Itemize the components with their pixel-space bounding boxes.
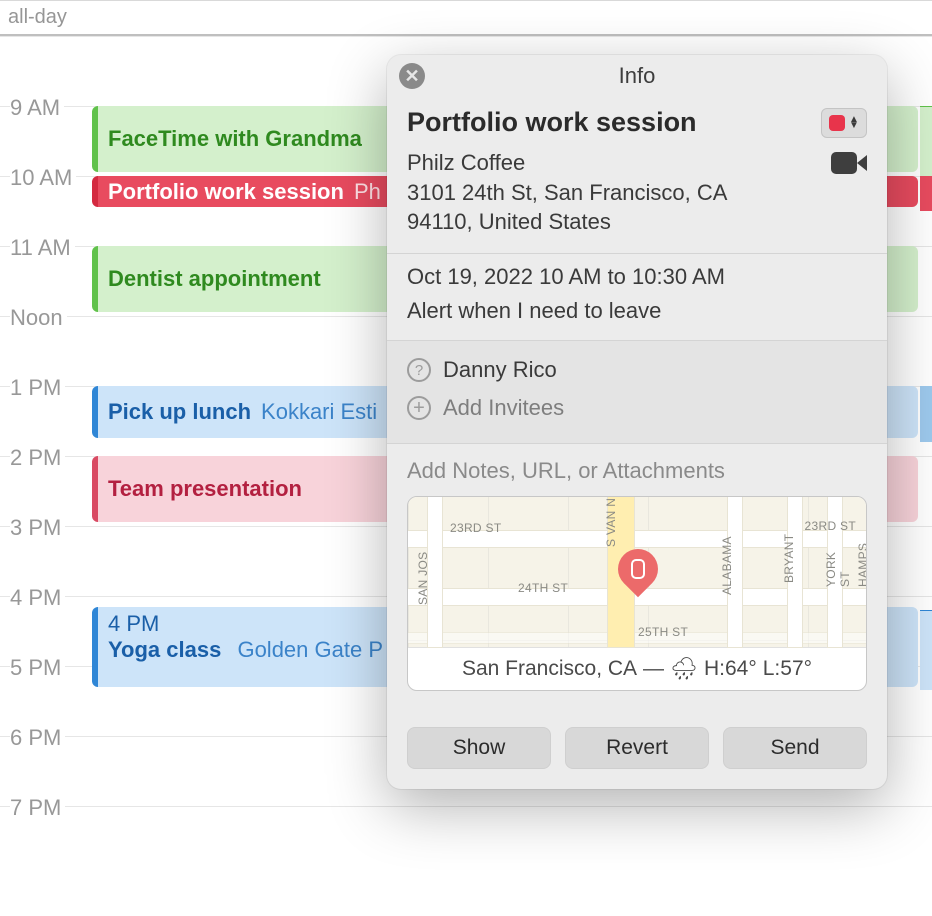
hour-label: 10 AM	[10, 165, 76, 191]
event-location-label: Golden Gate P	[237, 637, 383, 662]
event-title-label: Dentist appointment	[108, 266, 321, 292]
weather-low: L:57°	[763, 657, 812, 681]
event-alert: Alert when I need to leave	[407, 298, 867, 324]
rain-icon: 🌧	[670, 656, 698, 682]
plus-icon: +	[407, 396, 431, 420]
hour-label: Noon	[10, 305, 67, 331]
event-title-label: Yoga class	[108, 637, 221, 662]
map-street-label: HAMPS	[856, 543, 867, 587]
hour-label: 7 PM	[10, 795, 65, 821]
event-location-label: Ph	[354, 179, 381, 205]
event-title[interactable]: Portfolio work session	[407, 107, 697, 138]
weather-separator: —	[643, 657, 664, 681]
hour-label: 1 PM	[10, 375, 65, 401]
location-cityzip: 94110, United States	[407, 207, 727, 237]
map-street-label: 23RD ST	[450, 521, 501, 535]
hour-label: 2 PM	[10, 445, 65, 471]
hour-label: 3 PM	[10, 515, 65, 541]
revert-button[interactable]: Revert	[565, 727, 709, 769]
event-info-popover: ✕ Info Portfolio work session ▲▼ Philz C…	[387, 55, 887, 789]
location-map[interactable]: 23RD ST 23RD ST 24TH ST 25TH ST S VAN NE…	[407, 496, 867, 691]
map-canvas: 23RD ST 23RD ST 24TH ST 25TH ST S VAN NE…	[408, 497, 866, 647]
add-invitees-row[interactable]: + Add Invitees	[407, 389, 867, 427]
notes-placeholder[interactable]: Add Notes, URL, or Attachments	[407, 458, 867, 484]
event-title-label: Pick up lunch	[108, 399, 251, 425]
calendar-color-swatch	[829, 115, 845, 131]
map-street-label: BRYANT	[782, 534, 796, 583]
hour-label: 5 PM	[10, 655, 65, 681]
map-street-label: SAN JOS	[416, 552, 430, 605]
location-text[interactable]: Philz Coffee 3101 24th St, San Francisco…	[407, 148, 727, 237]
weather-high: H:64°	[704, 657, 757, 681]
location-name: Philz Coffee	[407, 148, 727, 178]
title-location-section: Portfolio work session ▲▼ Philz Coffee 3…	[387, 97, 887, 254]
event-datetime: Oct 19, 2022 10 AM to 10:30 AM	[407, 264, 867, 290]
send-button[interactable]: Send	[723, 727, 867, 769]
popover-title: Info	[619, 63, 656, 89]
event-title-label: FaceTime with Grandma	[108, 126, 362, 152]
map-street-label: S VAN NES	[604, 496, 618, 547]
adjacent-event-stripe	[920, 610, 932, 690]
invitee-name: Danny Rico	[443, 357, 557, 383]
map-street-label: YORK ST	[824, 545, 852, 587]
hour-label: 6 PM	[10, 725, 65, 751]
invitee-status-unknown-icon: ?	[407, 358, 431, 382]
event-location-label: Kokkari Esti	[261, 399, 377, 425]
map-street-label: 23RD ST	[805, 519, 856, 533]
invitees-section: ? Danny Rico + Add Invitees	[387, 341, 887, 444]
show-button[interactable]: Show	[407, 727, 551, 769]
map-street-label: ALABAMA	[720, 536, 734, 595]
chevron-up-down-icon: ▲▼	[849, 117, 859, 129]
location-street: 3101 24th St, San Francisco, CA	[407, 178, 727, 208]
popover-button-row: Show Revert Send	[387, 711, 887, 789]
adjacent-event-stripe	[920, 176, 932, 211]
popover-header: ✕ Info	[387, 55, 887, 97]
calendar-color-select[interactable]: ▲▼	[821, 108, 867, 138]
video-call-icon[interactable]	[831, 150, 867, 176]
all-day-row: all-day	[0, 0, 932, 36]
weather-city: San Francisco, CA	[462, 657, 637, 681]
event-title-label: Portfolio work session	[108, 179, 344, 205]
notes-section: Add Notes, URL, or Attachments 23RD ST 2…	[387, 444, 887, 711]
invitee-row[interactable]: ? Danny Rico	[407, 351, 867, 389]
close-icon[interactable]: ✕	[399, 63, 425, 89]
hour-label: 4 PM	[10, 585, 65, 611]
all-day-label: all-day	[8, 6, 67, 29]
map-street-label: 24TH ST	[518, 581, 568, 595]
adjacent-event-stripe	[920, 106, 932, 176]
event-title-label: Team presentation	[108, 476, 302, 502]
map-pin-icon	[618, 549, 658, 599]
datetime-section[interactable]: Oct 19, 2022 10 AM to 10:30 AM Alert whe…	[387, 254, 887, 341]
hour-label: 11 AM	[10, 235, 75, 261]
add-invitees-label: Add Invitees	[443, 395, 564, 421]
hour-label: 9 AM	[10, 95, 64, 121]
adjacent-event-stripe	[920, 386, 932, 442]
map-street-label: 25TH ST	[638, 625, 688, 639]
weather-row: San Francisco, CA — 🌧 H:64° L:57°	[408, 647, 866, 690]
